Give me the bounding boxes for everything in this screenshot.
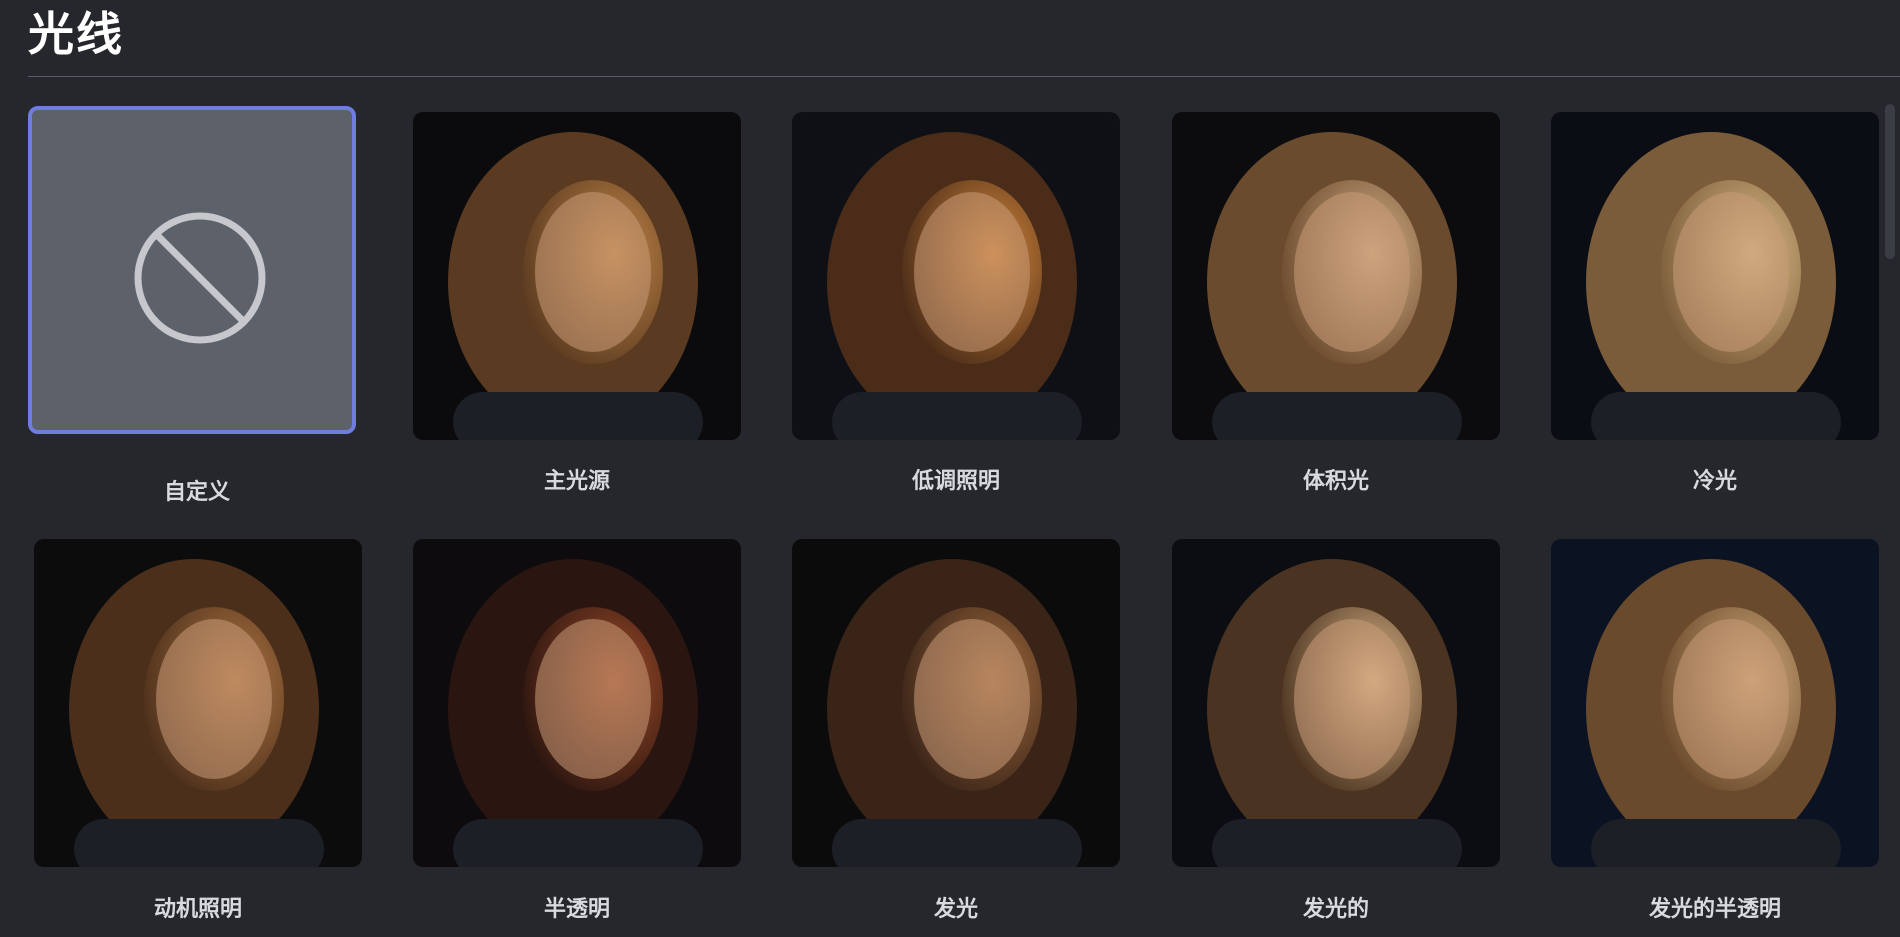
portrait-image xyxy=(1551,112,1879,440)
portrait-image xyxy=(34,539,362,867)
portrait-image xyxy=(413,112,741,440)
option-label: 主光源 xyxy=(543,469,610,494)
option-label: 半透明 xyxy=(543,897,610,922)
portrait-image xyxy=(792,112,1120,440)
no-style-icon xyxy=(134,212,266,344)
portrait-image xyxy=(1172,539,1500,867)
option-label: 体积光 xyxy=(1302,469,1369,494)
option-glowing[interactable] xyxy=(1172,539,1500,867)
option-volumetric[interactable] xyxy=(1172,112,1500,440)
portrait-image xyxy=(792,539,1120,867)
option-label: 发光的 xyxy=(1302,897,1369,922)
portrait-image xyxy=(1551,539,1879,867)
option-cold-light[interactable] xyxy=(1551,112,1879,440)
option-motivated[interactable] xyxy=(34,539,362,867)
option-custom[interactable] xyxy=(28,106,356,434)
option-label: 发光的半透明 xyxy=(1648,897,1781,922)
option-label: 发光 xyxy=(933,897,978,922)
option-label: 动机照明 xyxy=(153,897,242,922)
portrait-image xyxy=(413,539,741,867)
option-label: 低调照明 xyxy=(911,469,1000,494)
option-key-light[interactable] xyxy=(413,112,741,440)
option-label: 自定义 xyxy=(163,480,230,505)
option-glow[interactable] xyxy=(792,539,1120,867)
option-low-key[interactable] xyxy=(792,112,1120,440)
portrait-image xyxy=(1172,112,1500,440)
lighting-options-grid: 自定义 主光源 低调照明 体积光 冷光 动机照明 半透明 发光 发光的 发光的半… xyxy=(0,0,1900,937)
option-label: 冷光 xyxy=(1692,469,1737,494)
scrollbar[interactable] xyxy=(1885,104,1895,259)
option-glowing-translucent[interactable] xyxy=(1551,539,1879,867)
option-translucent[interactable] xyxy=(413,539,741,867)
